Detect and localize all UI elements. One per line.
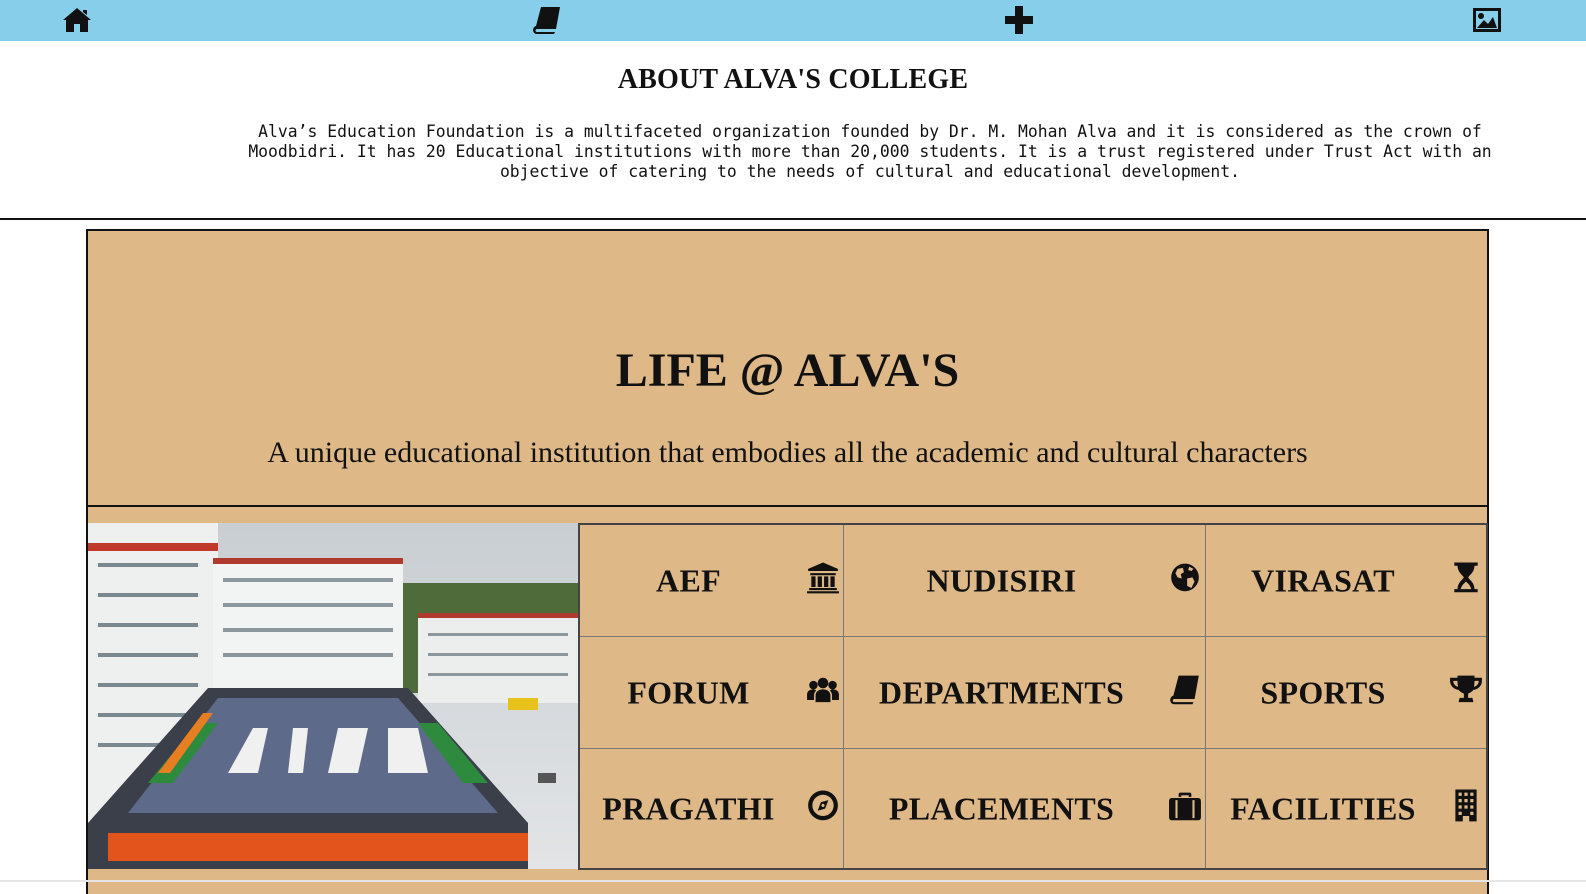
top-nav-bar [0,0,1586,41]
feature-grid: AEF NUDISIRI VIRASAT FORUM DEPARTMENTS S… [578,523,1488,870]
life-title: LIFE @ ALVA'S [615,344,960,397]
trophy-icon [1448,671,1484,707]
grid-item-label: SPORTS [1260,674,1386,710]
globe-icon [1167,559,1203,595]
grid-item-aef[interactable]: AEF [580,525,844,637]
briefcase-icon [1167,787,1203,823]
book-icon [1167,671,1203,707]
compass-icon [805,787,841,823]
grid-item-label: DEPARTMENTS [878,674,1125,710]
image-icon[interactable] [1470,3,1504,37]
grid-item-label: VIRASAT [1251,562,1395,598]
grid-item-forum[interactable]: FORUM [580,637,844,749]
grid-item-sports[interactable]: SPORTS [1206,637,1486,749]
grid-item-label: PLACEMENTS [888,790,1115,826]
grid-item-label: NUDISIRI [926,562,1077,598]
grid-item-facilities[interactable]: FACILITIES [1206,749,1486,868]
home-icon[interactable] [60,3,94,37]
grid-item-placements[interactable]: PLACEMENTS [844,749,1206,868]
grid-item-pragathi[interactable]: PRAGATHI [580,749,844,868]
users-icon [805,671,841,707]
page-bottom-border [0,880,1586,882]
grid-item-virasat[interactable]: VIRASAT [1206,525,1486,637]
grid-item-label: FACILITIES [1230,790,1416,826]
grid-item-label: PRAGATHI [602,790,775,826]
life-divider [88,505,1487,507]
about-description: Alva’s Education Foundation is a multifa… [248,122,1492,181]
grid-item-label: FORUM [627,674,750,710]
section-divider [0,218,1586,220]
grid-item-departments[interactable]: DEPARTMENTS [844,637,1206,749]
life-subtitle: A unique educational institution that em… [267,436,1308,469]
about-title: ABOUT ALVA'S COLLEGE [617,64,969,95]
building-icon [1448,787,1484,823]
university-icon [805,559,841,595]
plus-icon[interactable] [1002,3,1036,37]
book-icon[interactable] [530,3,564,37]
grid-item-label: AEF [656,562,721,598]
life-section: LIFE @ ALVA'S A unique educational insti… [86,229,1489,894]
grid-item-nudisiri[interactable]: NUDISIRI [844,525,1206,637]
campus-photo [88,523,578,869]
hourglass-icon [1448,559,1484,595]
